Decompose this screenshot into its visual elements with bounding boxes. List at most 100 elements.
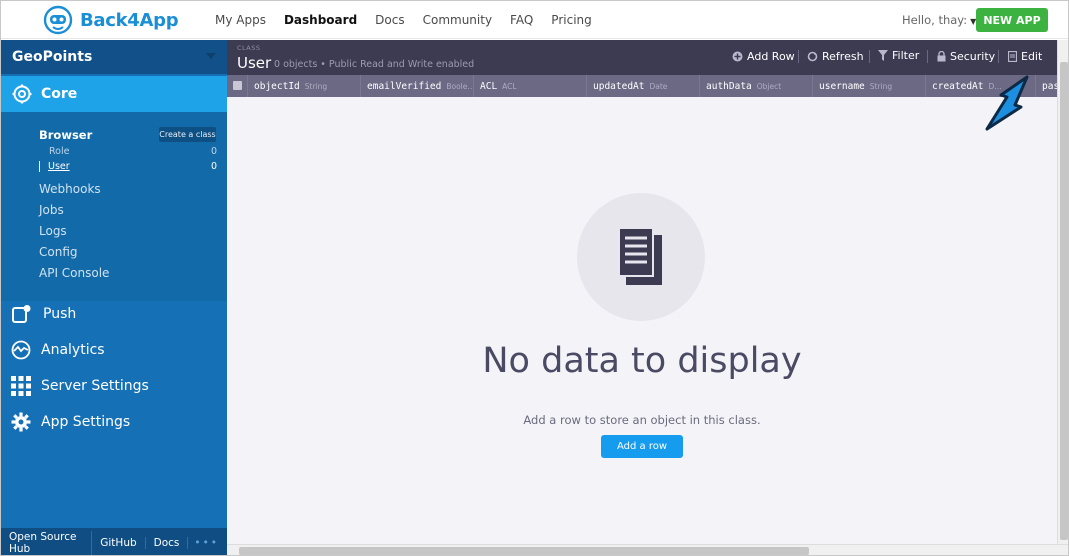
footer-link-docs[interactable]: Docs <box>146 536 189 549</box>
filter-icon <box>878 50 888 61</box>
sidebar-item-label: Server Settings <box>41 378 149 394</box>
column-name: updatedAt <box>593 80 645 92</box>
create-class-button[interactable]: Create a class <box>159 127 216 142</box>
column-type: ACL <box>502 81 517 91</box>
refresh-button[interactable]: Refresh <box>807 50 864 63</box>
vertical-scrollbar[interactable] <box>1057 40 1068 544</box>
nav-faq[interactable]: FAQ <box>510 13 533 27</box>
user-greeting: Hello, thay: <box>902 13 968 27</box>
grid-icon <box>11 376 31 396</box>
sidebar-item-jobs[interactable]: Jobs <box>39 203 64 217</box>
column-name: emailVerified <box>367 80 442 92</box>
pointer-arrow-icon <box>985 75 1029 131</box>
class-item-user[interactable]: User 0 <box>39 161 217 172</box>
column-header[interactable]: updatedAt Date <box>586 75 699 97</box>
app-window: Back4App My Apps Dashboard Docs Communit… <box>0 0 1069 556</box>
column-header[interactable]: ACL ACL <box>473 75 586 97</box>
column-name: username <box>819 80 865 92</box>
brand-name: Back4App <box>80 9 179 31</box>
column-header[interactable]: authData Object <box>699 75 812 97</box>
dropdown-arrow-icon <box>206 53 216 59</box>
column-name: createdAt <box>932 80 984 92</box>
filter-label: Filter <box>892 49 920 62</box>
column-header[interactable]: username String <box>812 75 925 97</box>
edit-button[interactable]: Edit <box>1008 50 1042 63</box>
sidebar-item-push[interactable]: Push <box>11 304 76 324</box>
class-name: User <box>48 161 70 172</box>
main-nav: My Apps Dashboard Docs Community FAQ Pri… <box>215 13 592 27</box>
sidebar-item-analytics[interactable]: Analytics <box>11 340 105 360</box>
scrollbar-thumb[interactable] <box>239 547 809 555</box>
sidebar-item-server-settings[interactable]: Server Settings <box>11 376 149 396</box>
lock-icon <box>937 51 946 62</box>
edit-icon <box>1008 51 1017 62</box>
table-header: objectId String emailVerified Boole… ACL AC… <box>227 75 1057 97</box>
column-name: authData <box>706 80 752 92</box>
add-a-row-button[interactable]: Add a row <box>601 435 683 458</box>
footer-link-github[interactable]: GitHub <box>92 536 146 549</box>
column-type: String <box>869 81 893 91</box>
nav-community[interactable]: Community <box>423 13 492 27</box>
add-row-button[interactable]: Add Row <box>732 50 795 63</box>
column-header[interactable]: objectId String <box>247 75 360 97</box>
toolbar-divider <box>927 50 928 63</box>
refresh-icon <box>807 51 818 62</box>
sidebar-footer: Open Source Hub GitHub Docs ••• <box>1 528 227 555</box>
nav-my-apps[interactable]: My Apps <box>215 13 266 27</box>
sidebar-item-app-settings[interactable]: App Settings <box>11 412 130 432</box>
column-name: pas <box>1042 80 1057 92</box>
toolbar-divider <box>869 50 870 63</box>
sidebar-item-label: Analytics <box>41 342 105 358</box>
sidebar-item-label: Push <box>43 306 77 322</box>
sidebar-item-label: App Settings <box>41 414 131 430</box>
top-navbar: Back4App My Apps Dashboard Docs Communit… <box>1 1 1068 39</box>
column-type: Boole… <box>446 81 475 91</box>
more-dots-icon[interactable]: ••• <box>188 537 227 549</box>
column-name: ACL <box>480 80 498 92</box>
analytics-icon <box>11 340 31 360</box>
footer-link-open-source-hub[interactable]: Open Source Hub <box>1 530 93 555</box>
column-header[interactable]: emailVerified Boole… <box>360 75 475 97</box>
sidebar-item-label: Core <box>41 86 78 102</box>
column-type: Date <box>649 81 668 91</box>
sidebar-item-api-console[interactable]: API Console <box>39 266 109 280</box>
app-selector[interactable]: GeoPoints <box>1 40 227 74</box>
horizontal-scrollbar[interactable] <box>227 544 1068 555</box>
sidebar-item-core[interactable]: Core <box>1 76 227 112</box>
edit-label: Edit <box>1021 50 1043 63</box>
new-app-button[interactable]: NEW APP <box>976 8 1048 32</box>
empty-state-title: No data to display <box>482 341 802 381</box>
nav-dashboard[interactable]: Dashboard <box>284 13 357 27</box>
brand-logo[interactable]: Back4App <box>42 5 179 35</box>
app-name: GeoPoints <box>12 49 93 65</box>
empty-state-illustration <box>577 193 705 321</box>
class-caption: CLASS <box>237 44 261 52</box>
class-title: User <box>237 54 272 72</box>
user-menu[interactable]: Hello, thay: ▼ <box>902 13 976 27</box>
class-item-role[interactable]: Role 0 <box>39 146 217 157</box>
sidebar-item-browser[interactable]: Browser <box>39 128 92 142</box>
nav-docs[interactable]: Docs <box>375 13 404 27</box>
column-name: objectId <box>254 80 300 92</box>
class-name: Role <box>49 146 70 157</box>
plus-circle-icon <box>732 51 743 62</box>
sidebar-item-config[interactable]: Config <box>39 245 78 259</box>
select-all-checkbox[interactable] <box>233 81 242 90</box>
filter-button[interactable]: Filter <box>878 49 919 62</box>
sidebar-item-webhooks[interactable]: Webhooks <box>39 182 101 196</box>
gear-icon <box>12 84 32 104</box>
toolbar-divider <box>998 50 999 63</box>
sidebar-item-logs[interactable]: Logs <box>39 224 67 238</box>
back4app-logo-icon <box>43 5 73 35</box>
sidebar: GeoPoints Core Browser Create a class Ro… <box>1 40 227 555</box>
settings-gear-icon <box>11 412 31 432</box>
class-count: 0 <box>210 146 217 157</box>
push-notification-icon <box>12 305 31 323</box>
class-meta: 0 objects • Public Read and Write enable… <box>274 59 475 70</box>
security-button[interactable]: Security <box>937 50 995 63</box>
class-count: 0 <box>210 161 217 172</box>
data-browser-area: No data to display Add a row to store an… <box>227 97 1057 544</box>
nav-pricing[interactable]: Pricing <box>551 13 591 27</box>
scrollbar-thumb[interactable] <box>1060 62 1068 540</box>
toolbar-divider <box>798 50 799 63</box>
